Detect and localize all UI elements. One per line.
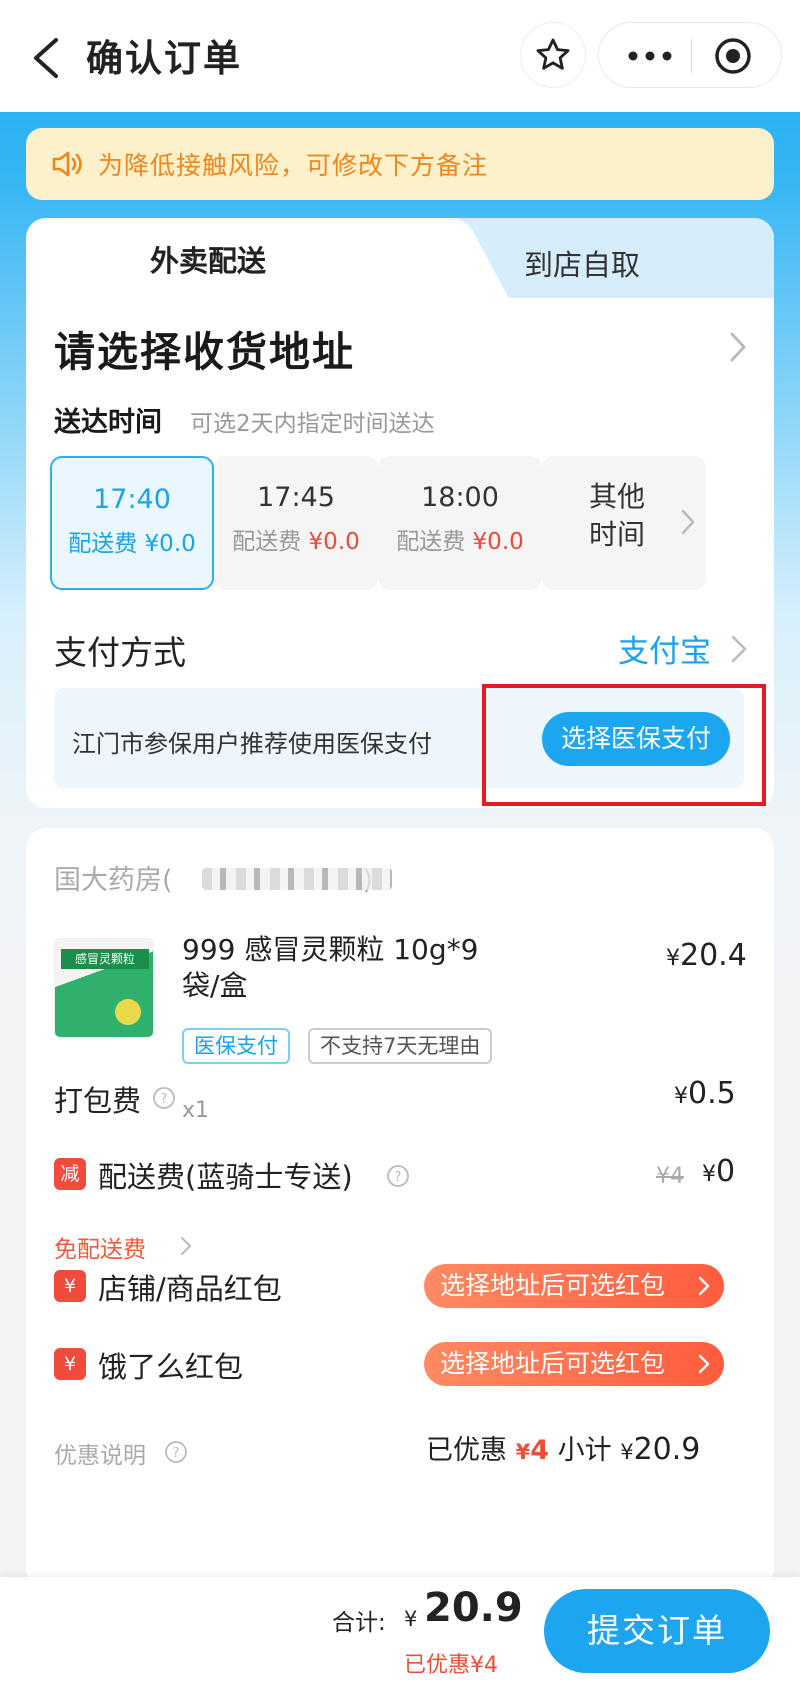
chevron-right-icon	[698, 1354, 710, 1374]
packing-fee-label: 打包费	[54, 1084, 142, 1118]
product-price: ¥20.4	[666, 938, 747, 973]
product-quantity: x1	[182, 1098, 210, 1123]
coupon-badge: ¥	[54, 1348, 86, 1380]
discount-summary: 已优惠 ¥4 小计 ¥20.9	[426, 1432, 701, 1467]
slot-time: 18:00	[421, 482, 499, 513]
chevron-right-icon	[181, 1237, 191, 1255]
tab-pickup[interactable]: 到店自取	[524, 242, 640, 284]
svg-text:?: ?	[395, 1170, 402, 1185]
total-saved: 已优惠¥4	[404, 1653, 498, 1678]
svg-text:?: ?	[161, 1092, 168, 1107]
total-amount: 20.9	[424, 1585, 523, 1631]
notice-text: 为降低接触风险，可修改下方备注	[98, 151, 489, 180]
free-shipping-link[interactable]: 免配送费	[54, 1230, 146, 1264]
svg-text:?: ?	[173, 1446, 180, 1461]
address-selector[interactable]: 请选择收货地址	[54, 318, 355, 378]
tab-delivery[interactable]: 外卖配送	[26, 218, 446, 302]
store-coupon-label: 店铺/商品红包	[98, 1272, 282, 1306]
packing-fee-value: ¥0.5	[674, 1076, 736, 1111]
help-icon[interactable]: ?	[164, 1440, 188, 1464]
time-slot-2[interactable]: 17:45 配送费 ¥0.0	[214, 456, 378, 590]
product-image-graphic	[115, 999, 141, 1025]
help-icon[interactable]: ?	[386, 1164, 410, 1188]
eleme-coupon-label: 饿了么红包	[98, 1350, 244, 1384]
product-image: 感冒灵颗粒	[54, 938, 154, 1038]
order-card: 国大药房() 感冒灵颗粒 999 感冒灵颗粒 10g*9袋/盒 ¥20.4 医保…	[26, 828, 774, 1588]
product-image-label: 感冒灵颗粒	[61, 949, 149, 969]
chevron-right-icon	[731, 635, 747, 663]
time-slot-3[interactable]: 18:00 配送费 ¥0.0	[378, 456, 542, 590]
title-bar: 确认订单	[0, 0, 800, 112]
eleme-coupon-action: 选择地址后可选红包	[440, 1349, 666, 1378]
highlight-annotation	[482, 684, 766, 806]
shipping-fee-label: 配送费(蓝骑士专送)	[98, 1160, 353, 1194]
tag-insurance: 医保支付	[182, 1028, 290, 1064]
notice-banner: 为降低接触风险，可修改下方备注	[26, 128, 774, 200]
store-coupon-button[interactable]: 选择地址后可选红包	[424, 1264, 724, 1308]
capsule-divider	[691, 39, 692, 73]
store-name-redacted	[202, 868, 392, 890]
slot-fee: 配送费 ¥0.0	[396, 529, 524, 555]
time-slot-other[interactable]: 其他 时间	[542, 456, 706, 590]
slot-fee: 配送费 ¥0.0	[232, 529, 360, 555]
checkout-bar: 合计: ¥ 20.9 已优惠¥4 提交订单	[0, 1577, 800, 1687]
delivery-time-label: 送达时间	[54, 407, 162, 438]
slot-fee: 配送费 ¥0.0	[68, 531, 196, 557]
slot-time: 17:45	[257, 482, 335, 513]
tab-delivery-label: 外卖配送	[150, 244, 267, 278]
favorite-button[interactable]	[520, 22, 586, 88]
payment-method-label: 支付方式	[54, 633, 186, 672]
eleme-coupon-button[interactable]: 选择地址后可选红包	[424, 1342, 724, 1386]
discount-explanation-label: 优惠说明	[54, 1443, 146, 1469]
total-label: 合计:	[332, 1610, 386, 1636]
chevron-right-icon	[681, 509, 695, 535]
back-arrow-icon[interactable]	[28, 36, 68, 80]
miniprogram-capsule	[598, 22, 782, 88]
shipping-fee-value: ¥0	[702, 1154, 736, 1189]
more-icon[interactable]	[625, 41, 675, 71]
help-icon[interactable]: ?	[152, 1086, 176, 1110]
tag-no-return: 不支持7天无理由	[308, 1028, 493, 1064]
chevron-right-icon	[698, 1276, 710, 1296]
star-icon	[536, 38, 570, 70]
page-title: 确认订单	[86, 37, 242, 80]
payment-method-value[interactable]: 支付宝	[618, 626, 711, 671]
close-miniprogram-icon[interactable]	[713, 36, 753, 76]
insurance-hint: 江门市参保用户推荐使用医保支付	[72, 730, 432, 758]
total-currency: ¥	[404, 1607, 418, 1631]
other-time-label: 其他 时间	[588, 480, 645, 551]
chevron-right-icon	[730, 332, 746, 362]
store-coupon-action: 选择地址后可选红包	[440, 1271, 666, 1300]
slot-time: 17:40	[93, 484, 171, 515]
speaker-icon	[52, 151, 82, 177]
shipping-original-price: ¥4	[656, 1164, 684, 1189]
product-name: 999 感冒灵颗粒 10g*9袋/盒	[182, 933, 479, 1002]
delivery-time-hint: 可选2天内指定时间送达	[190, 411, 435, 437]
coupon-badge: ¥	[54, 1270, 86, 1302]
submit-order-button[interactable]: 提交订单	[544, 1589, 770, 1673]
discount-badge: 减	[54, 1158, 86, 1190]
time-slot-1[interactable]: 17:40 配送费 ¥0.0	[50, 456, 214, 590]
